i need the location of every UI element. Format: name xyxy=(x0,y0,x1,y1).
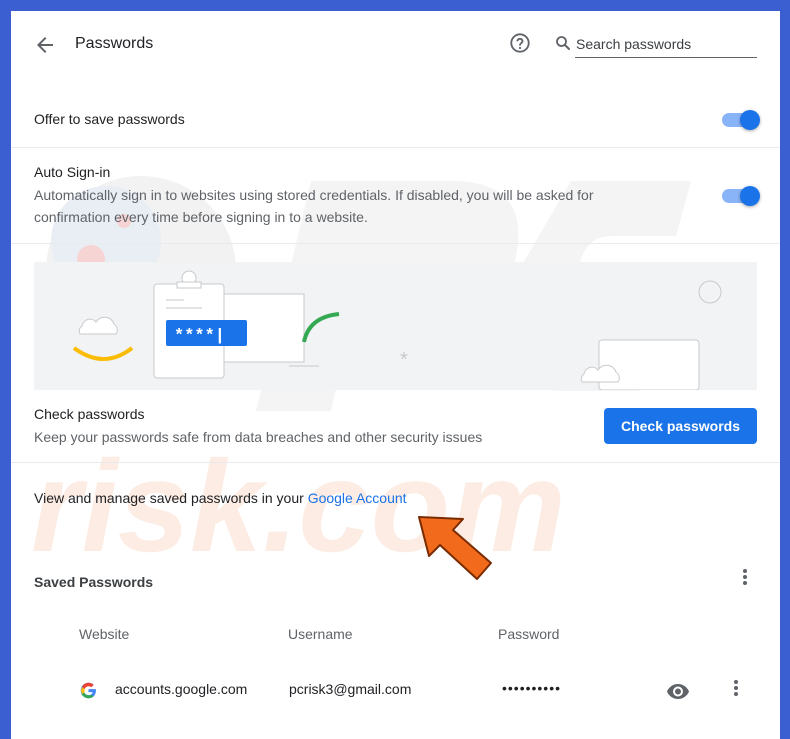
check-passwords-description: Keep your passwords safe from data breac… xyxy=(34,429,483,445)
google-favicon-icon xyxy=(80,682,96,699)
offer-to-save-toggle[interactable] xyxy=(722,108,760,132)
toggle-knob xyxy=(740,110,760,130)
auto-signin-label: Auto Sign-in xyxy=(34,164,111,180)
check-passwords-button[interactable]: Check passwords xyxy=(604,408,757,444)
offer-to-save-label: Offer to save passwords xyxy=(34,111,185,127)
auto-signin-description-line2: confirmation every time before signing i… xyxy=(34,209,368,225)
divider xyxy=(11,243,780,244)
column-header-username: Username xyxy=(288,626,353,642)
search-icon xyxy=(556,36,570,50)
row-more-actions-icon[interactable] xyxy=(726,678,746,702)
auto-signin-toggle[interactable] xyxy=(722,184,760,208)
column-header-password: Password xyxy=(498,626,560,642)
google-account-row: View and manage saved passwords in your … xyxy=(34,490,407,506)
check-passwords-title: Check passwords xyxy=(34,406,145,422)
toggle-knob xyxy=(740,186,760,206)
cell-password: •••••••••• xyxy=(502,680,562,696)
divider xyxy=(11,462,780,463)
saved-passwords-title: Saved Passwords xyxy=(34,574,154,590)
annotation-arrow-icon xyxy=(418,516,492,580)
password-mask-text: ****| xyxy=(174,327,225,346)
show-password-eye-icon[interactable] xyxy=(666,679,690,703)
help-icon[interactable] xyxy=(509,32,531,54)
saved-passwords-more-icon[interactable] xyxy=(735,567,755,591)
back-arrow-icon[interactable] xyxy=(33,33,57,57)
page-title: Passwords xyxy=(75,35,154,52)
google-account-text: View and manage saved passwords in your xyxy=(34,490,304,506)
column-header-website: Website xyxy=(79,626,130,642)
cell-website: accounts.google.com xyxy=(115,681,248,697)
cell-username: pcrisk3@gmail.com xyxy=(289,681,412,697)
google-account-link[interactable]: Google Account xyxy=(308,490,407,506)
svg-text:*: * xyxy=(400,349,408,371)
check-passwords-illustration: ****| * xyxy=(34,262,757,390)
divider xyxy=(11,147,780,148)
search-passwords-input[interactable] xyxy=(575,33,757,58)
illustration-art: ****| * xyxy=(72,270,722,390)
auto-signin-description-line1: Automatically sign in to websites using … xyxy=(34,187,594,203)
passwords-settings-panel: risk.com Passwords Offer to save passwor… xyxy=(11,11,780,739)
table-row: accounts.google.com pcrisk3@gmail.com ••… xyxy=(11,666,780,714)
